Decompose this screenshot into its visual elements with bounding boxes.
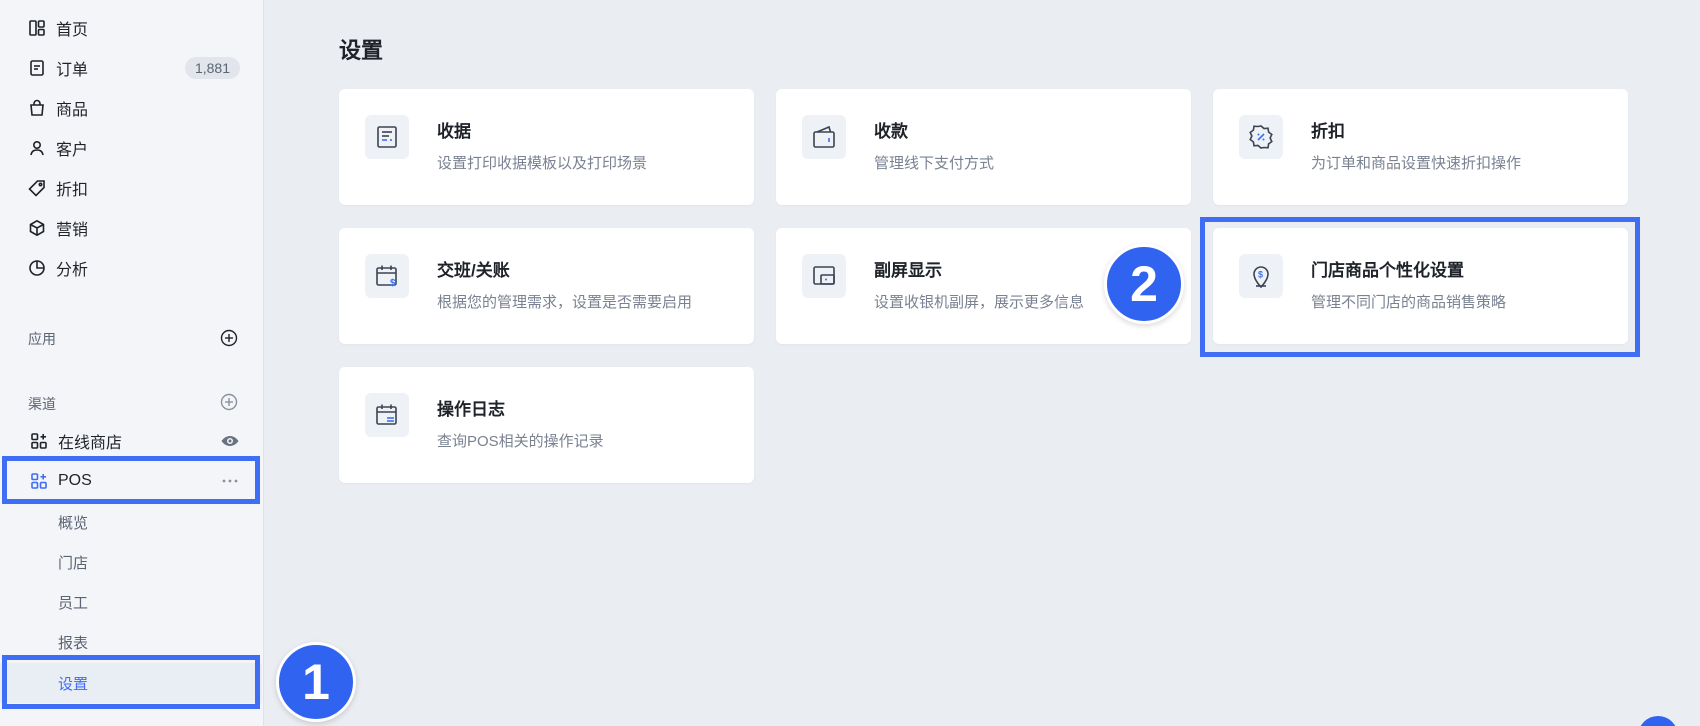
calendar-dollar-icon: $ — [365, 254, 409, 298]
card-desc: 查询POS相关的操作记录 — [437, 433, 604, 450]
channel-label: 在线商店 — [58, 435, 123, 452]
card-operation-log[interactable]: 操作日志 查询POS相关的操作记录 — [339, 367, 754, 483]
nav-label: 营销 — [56, 222, 89, 239]
channel-online-store[interactable]: 在线商店 — [0, 421, 262, 461]
calendar-log-icon — [365, 393, 409, 437]
pos-sub-overview[interactable]: 概览 — [0, 502, 262, 542]
svg-text:$: $ — [1258, 270, 1263, 280]
sub-label: 门店 — [58, 554, 89, 572]
user-icon — [28, 139, 46, 157]
sub-label: 报表 — [58, 634, 89, 652]
nav-item-analytics[interactable]: 分析 — [0, 248, 262, 288]
wallet-icon — [802, 115, 846, 159]
sidebar: 首页 订单 1,881 商品 客户 折扣 营销 分析 应用 渠道 在线商店 PO… — [0, 0, 264, 726]
nav-item-orders[interactable]: 订单 1,881 — [0, 48, 262, 88]
card-desc: 设置收银机副屏，展示更多信息 — [874, 294, 1085, 311]
card-shift-close[interactable]: $ 交班/关账 根据您的管理需求，设置是否需要启用 — [339, 228, 754, 344]
card-receipt[interactable]: 收据 设置打印收据模板以及打印场景 — [339, 89, 754, 205]
pos-sub-reports[interactable]: 报表 — [0, 622, 262, 662]
help-bubble[interactable] — [1638, 716, 1678, 726]
card-desc: 管理线下支付方式 — [874, 155, 995, 172]
card-payment[interactable]: 收款 管理线下支付方式 — [776, 89, 1191, 205]
channel-label: POS — [58, 472, 92, 489]
pos-apps-icon — [30, 472, 48, 490]
nav-item-customers[interactable]: 客户 — [0, 128, 262, 168]
channel-pos[interactable]: POS — [0, 461, 262, 501]
nav-label: 首页 — [56, 22, 89, 39]
app-root: 首页 订单 1,881 商品 客户 折扣 营销 分析 应用 渠道 在线商店 PO… — [0, 0, 1700, 726]
pos-sub-settings[interactable]: 设置 — [0, 663, 262, 703]
add-app-icon[interactable] — [220, 329, 238, 347]
card-desc: 根据您的管理需求，设置是否需要启用 — [437, 294, 693, 311]
second-screen-icon — [802, 254, 846, 298]
svg-text:$: $ — [390, 278, 396, 289]
discount-badge-icon — [1239, 115, 1283, 159]
box-icon — [28, 219, 46, 237]
nav-item-home[interactable]: 首页 — [0, 8, 262, 48]
tag-icon — [28, 179, 46, 197]
nav-label: 订单 — [56, 62, 89, 79]
sub-label: 概览 — [58, 514, 89, 532]
step-2-marker: 2 — [1104, 244, 1184, 324]
card-title: 收款 — [874, 122, 908, 141]
location-dollar-icon: $ — [1239, 254, 1283, 298]
pie-chart-icon — [28, 259, 46, 277]
card-store-product-personalization[interactable]: $ 门店商品个性化设置 管理不同门店的商品销售策略 — [1213, 228, 1628, 344]
nav-item-products[interactable]: 商品 — [0, 88, 262, 128]
step-1-marker: 1 — [276, 642, 356, 722]
nav-item-discounts[interactable]: 折扣 — [0, 168, 262, 208]
card-title: 收据 — [437, 122, 471, 141]
card-discount[interactable]: 折扣 为订单和商品设置快速折扣操作 — [1213, 89, 1628, 205]
eye-icon[interactable] — [220, 431, 240, 451]
pos-sub-stores[interactable]: 门店 — [0, 542, 262, 582]
card-title: 副屏显示 — [874, 261, 942, 280]
pos-sub-staff[interactable]: 员工 — [0, 582, 262, 622]
sub-label: 员工 — [58, 594, 89, 612]
channels-section-label: 渠道 — [28, 396, 56, 412]
sub-label: 设置 — [58, 675, 89, 693]
orders-count-badge: 1,881 — [184, 57, 240, 79]
card-title: 折扣 — [1311, 122, 1345, 141]
more-icon[interactable] — [220, 471, 240, 491]
card-desc: 为订单和商品设置快速折扣操作 — [1311, 155, 1522, 172]
nav-label: 折扣 — [56, 182, 89, 199]
page-title: 设置 — [339, 38, 384, 63]
dashboard-icon — [28, 19, 46, 37]
nav-item-marketing[interactable]: 营销 — [0, 208, 262, 248]
order-icon — [28, 59, 46, 77]
card-desc: 设置打印收据模板以及打印场景 — [437, 155, 648, 172]
card-title: 门店商品个性化设置 — [1311, 261, 1464, 280]
nav-label: 客户 — [56, 142, 89, 159]
card-title: 操作日志 — [437, 400, 505, 419]
nav-label: 分析 — [56, 262, 89, 279]
card-title: 交班/关账 — [437, 261, 510, 280]
apps-section-label: 应用 — [28, 331, 56, 347]
card-desc: 管理不同门店的商品销售策略 — [1311, 294, 1507, 311]
bag-icon — [28, 99, 46, 117]
store-apps-icon — [30, 432, 48, 450]
nav-label: 商品 — [56, 102, 89, 119]
receipt-icon — [365, 115, 409, 159]
add-channel-icon[interactable] — [220, 393, 238, 411]
